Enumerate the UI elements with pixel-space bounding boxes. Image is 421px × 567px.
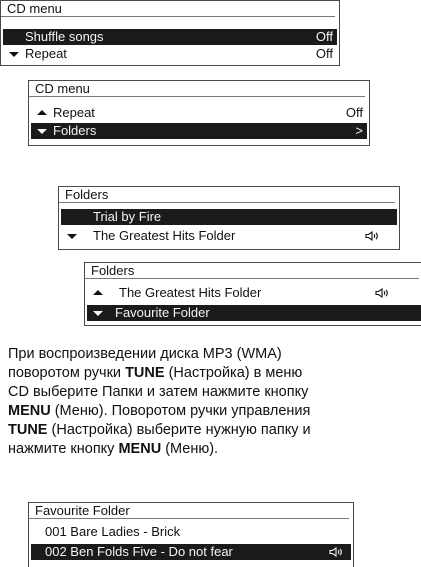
folder-item-label: Favourite Folder — [115, 305, 210, 320]
instruction-line-2: поворотом ручки TUNE (Настройка) в меню — [8, 364, 421, 383]
instruction-line-5: TUNE (Настройка) выберите нужную папку и — [8, 421, 421, 440]
favourite-folder-panel: Favourite Folder 001 Bare Ladies - Brick… — [28, 502, 354, 567]
up-arrow-icon — [37, 110, 47, 115]
menu-item-label: Folders — [53, 123, 97, 138]
folder-item-greatest-hits[interactable]: The Greatest Hits Folder — [87, 285, 421, 301]
instruction-text: (Настройка) выберите нужную папку и — [47, 422, 311, 438]
track-item-1[interactable]: 001 Bare Ladies - Brick — [31, 524, 351, 540]
menu-item-value: Off — [345, 105, 363, 120]
track-item-label: 002 Ben Folds Five - Do not fear — [45, 544, 233, 559]
cd-menu-panel-1: CD menu Shuffle songs Off Repeat Off — [0, 0, 340, 66]
down-arrow-icon — [67, 234, 77, 239]
folders-panel-1: Folders Trial by Fire The Greatest Hits … — [58, 186, 400, 250]
instruction-line-6: нажмите кнопку MENU (Меню). — [8, 440, 421, 459]
panel-title: Folders — [59, 187, 395, 203]
instruction-text: (Меню). Поворотом ручки управления — [50, 403, 311, 419]
folder-item-label: The Greatest Hits Folder — [93, 228, 236, 243]
instruction-text: (Настройка) в меню — [164, 365, 303, 381]
menu-item-label: Shuffle songs — [25, 29, 104, 44]
menu-item-value: Off — [315, 29, 333, 44]
menu-item-value: Off — [315, 46, 333, 61]
panel-title: Favourite Folder — [29, 503, 349, 519]
panel-title: Folders — [85, 263, 419, 279]
instruction-keyword-tune: TUNE — [8, 422, 48, 438]
menu-item-repeat[interactable]: Repeat Off — [3, 46, 337, 62]
instruction-paragraph: При воспроизведении диска MP3 (WMA) пово… — [8, 345, 421, 459]
track-item-label: 001 Bare Ladies - Brick — [45, 524, 181, 539]
menu-item-value: > — [355, 123, 363, 138]
folders-panel-2: Folders The Greatest Hits Folder Favouri… — [84, 262, 421, 326]
instruction-keyword-menu: MENU — [118, 441, 162, 457]
instruction-line-4: MENU (Меню). Поворотом ручки управления — [8, 402, 421, 421]
menu-item-folders[interactable]: Folders > — [31, 123, 367, 139]
folder-item-favourite[interactable]: Favourite Folder — [87, 305, 421, 321]
menu-item-label: Repeat — [53, 105, 95, 120]
panel-title: CD menu — [1, 1, 335, 17]
menu-item-shuffle-songs[interactable]: Shuffle songs Off — [3, 29, 337, 45]
speaker-icon — [329, 547, 342, 557]
cd-menu-panel-2: CD menu Repeat Off Folders > — [28, 80, 370, 146]
instruction-keyword-tune: TUNE — [125, 365, 165, 381]
up-arrow-icon — [93, 290, 103, 295]
speaker-icon — [365, 231, 378, 241]
instruction-text: (Меню). — [161, 441, 219, 457]
instruction-text: поворотом ручки — [8, 365, 126, 381]
speaker-icon — [375, 288, 388, 298]
down-arrow-icon — [37, 129, 47, 134]
instruction-text: нажмите кнопку — [8, 441, 119, 457]
menu-item-label: Repeat — [25, 46, 67, 61]
folder-item-greatest-hits[interactable]: The Greatest Hits Folder — [61, 228, 397, 244]
instruction-line-3: CD выберите Папки и затем нажмите кнопку — [8, 384, 309, 400]
down-arrow-icon — [9, 52, 19, 57]
panel-title: CD menu — [29, 81, 365, 97]
instruction-keyword-menu: MENU — [8, 403, 51, 419]
folder-item-trial-by-fire[interactable]: Trial by Fire — [61, 209, 397, 225]
track-item-2[interactable]: 002 Ben Folds Five - Do not fear — [31, 544, 351, 560]
folder-item-label: The Greatest Hits Folder — [119, 285, 262, 300]
menu-item-repeat[interactable]: Repeat Off — [31, 105, 367, 121]
down-arrow-icon — [93, 311, 103, 316]
folder-item-label: Trial by Fire — [93, 209, 162, 224]
instruction-line-1: При воспроизведении диска MP3 (WMA) — [8, 346, 282, 362]
